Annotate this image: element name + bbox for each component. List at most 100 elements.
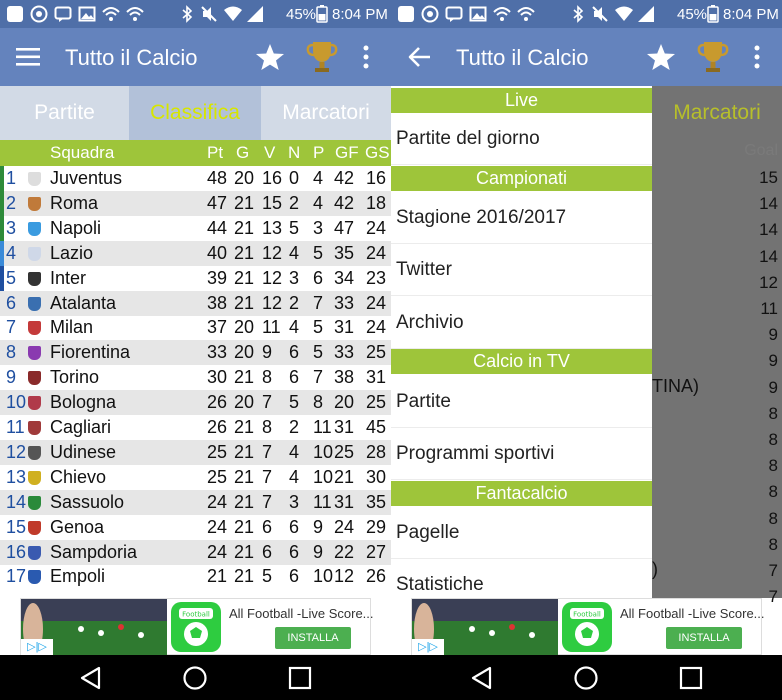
home-nav-icon[interactable] xyxy=(573,665,599,691)
favorite-star-icon[interactable] xyxy=(646,43,676,71)
tab-classifica[interactable]: Classifica xyxy=(129,86,261,140)
team-name: Juventus xyxy=(50,168,123,188)
home-nav-icon[interactable] xyxy=(182,665,208,691)
stat-g: 21 xyxy=(234,367,255,388)
tab-partite[interactable]: Partite xyxy=(0,86,129,140)
drawer-item-twitter[interactable]: Twitter xyxy=(391,244,652,296)
drawer-item-archivio[interactable]: Archivio xyxy=(391,297,652,349)
table-row[interactable]: 10 Bologna 26 20 7 5 8 20 25 xyxy=(0,390,391,416)
stat-g: 20 xyxy=(234,317,255,338)
team-position: 9 xyxy=(6,367,17,388)
back-arrow-icon[interactable] xyxy=(408,46,432,68)
table-row[interactable]: 9 Torino 30 21 8 6 7 38 31 xyxy=(0,365,391,390)
stat-gs: 29 xyxy=(366,516,387,537)
overflow-menu-icon[interactable] xyxy=(362,45,370,69)
stat-v: 9 xyxy=(262,342,273,363)
back-nav-icon[interactable] xyxy=(78,665,104,691)
stat-gs: 27 xyxy=(366,541,387,562)
adchoices-badge[interactable]: ▷|▷ xyxy=(21,639,53,655)
image-icon xyxy=(78,6,96,22)
table-row[interactable]: 1 Juventus 48 20 16 0 4 42 16 xyxy=(0,166,391,191)
system-nav-bar xyxy=(0,655,391,700)
ad-banner[interactable]: ▷|▷ Football All Football -Live Score...… xyxy=(20,598,374,655)
team-position: 17 xyxy=(6,566,27,587)
table-row[interactable]: 6 Atalanta 38 21 12 2 7 33 24 xyxy=(0,290,391,316)
scorer-goal-count: 14 xyxy=(759,220,778,240)
scorer-goal-count: 9 xyxy=(768,351,778,371)
ad-app-logo: Football xyxy=(562,602,612,652)
team-name: Atalanta xyxy=(50,292,117,313)
table-row[interactable]: 11 Cagliari 26 21 8 2 11 31 45 xyxy=(0,415,391,440)
table-row[interactable]: 14 Sassuolo 24 21 7 3 11 31 35 xyxy=(0,489,391,515)
trophy-icon[interactable] xyxy=(306,40,338,74)
stat-v: 7 xyxy=(262,491,273,512)
drawer-item-stagione[interactable]: Stagione 2016/2017 xyxy=(391,192,652,244)
stat-g: 21 xyxy=(234,541,255,562)
drawer-item-pagelle[interactable]: Pagelle xyxy=(391,507,652,559)
drawer-item-partite-del-giorno[interactable]: Partite del giorno xyxy=(391,113,652,165)
table-row[interactable]: 12 Udinese 25 21 7 4 10 25 28 xyxy=(0,439,391,465)
stat-gf: 12 xyxy=(334,566,355,587)
qualification-marker xyxy=(0,215,4,241)
overflow-menu-icon[interactable] xyxy=(753,45,761,69)
stat-v: 8 xyxy=(262,367,273,388)
team-name: Empoli xyxy=(50,566,106,587)
table-row[interactable]: 8 Fiorentina 33 20 9 6 5 33 25 xyxy=(0,340,391,366)
stat-v: 12 xyxy=(262,267,283,288)
stat-p: 6 xyxy=(313,267,324,288)
stat-n: 5 xyxy=(289,217,300,238)
stat-pt: 38 xyxy=(207,292,228,313)
stat-pt: 37 xyxy=(207,317,228,338)
team-crest-icon xyxy=(28,421,41,435)
navigation-drawer: Live Partite del giorno Campionati Stagi… xyxy=(391,86,652,598)
stat-pt: 24 xyxy=(207,541,228,562)
stat-v: 6 xyxy=(262,516,273,537)
scorer-goal-count: 14 xyxy=(759,246,778,266)
adchoices-badge[interactable]: ▷|▷ xyxy=(412,639,444,655)
team-crest-icon xyxy=(28,196,41,211)
stat-g: 20 xyxy=(234,392,255,413)
stat-p: 10 xyxy=(313,441,334,462)
table-row[interactable]: 3 Napoli 44 21 13 5 3 47 24 xyxy=(0,215,391,241)
favorite-star-icon[interactable] xyxy=(255,43,285,71)
header-lost: P xyxy=(313,143,325,162)
team-name: Roma xyxy=(50,192,99,213)
signal-icon xyxy=(247,6,263,22)
stat-pt: 48 xyxy=(207,168,228,188)
stat-p: 7 xyxy=(313,292,324,313)
app-title: Tutto il Calcio xyxy=(456,45,589,70)
table-row[interactable]: 2 Roma 47 21 15 2 4 42 18 xyxy=(0,190,391,216)
team-position: 16 xyxy=(6,541,27,562)
table-row[interactable]: 13 Chievo 25 21 7 4 10 21 30 xyxy=(0,465,391,490)
table-row[interactable]: 4 Lazio 40 21 12 4 5 35 24 xyxy=(0,240,391,266)
stat-n: 4 xyxy=(289,317,300,338)
ad-app-logo: Football xyxy=(171,602,221,652)
drawer-item-partite-tv[interactable]: Partite xyxy=(391,376,652,428)
stat-gf: 33 xyxy=(334,292,355,313)
recents-nav-icon[interactable] xyxy=(678,665,704,691)
ad-install-button[interactable]: INSTALLA xyxy=(275,627,351,649)
table-row[interactable]: 5 Inter 39 21 12 3 6 34 23 xyxy=(0,265,391,291)
menu-icon[interactable] xyxy=(16,47,42,67)
stat-v: 7 xyxy=(262,441,273,462)
table-row[interactable]: 16 Sampdoria 24 21 6 6 9 22 27 xyxy=(0,539,391,565)
drawer-item-programmi-sportivi[interactable]: Programmi sportivi xyxy=(391,428,652,480)
trophy-icon[interactable] xyxy=(697,40,729,74)
ad-banner[interactable]: ▷|▷ Football All Football -Live Score...… xyxy=(411,598,765,655)
table-row[interactable]: 17 Empoli 21 21 5 6 10 12 26 xyxy=(0,564,391,589)
team-position: 14 xyxy=(6,491,27,512)
drawer-item-statistiche[interactable]: Statistiche xyxy=(391,559,652,598)
team-position: 1 xyxy=(6,168,17,188)
back-nav-icon[interactable] xyxy=(469,665,495,691)
stat-pt: 44 xyxy=(207,217,228,238)
scorer-goal-count: 8 xyxy=(768,508,778,528)
ad-install-button[interactable]: INSTALLA xyxy=(666,627,742,649)
recents-nav-icon[interactable] xyxy=(287,665,313,691)
table-row[interactable]: 15 Genoa 24 21 6 6 9 24 29 xyxy=(0,515,391,540)
table-row[interactable]: 7 Milan 37 20 11 4 5 31 24 xyxy=(0,315,391,340)
ad-logo-text: Football xyxy=(182,611,210,619)
stat-n: 2 xyxy=(289,192,300,213)
stat-g: 21 xyxy=(234,417,255,437)
stat-pt: 25 xyxy=(207,466,228,487)
tab-marcatori[interactable]: Marcatori xyxy=(261,86,391,140)
